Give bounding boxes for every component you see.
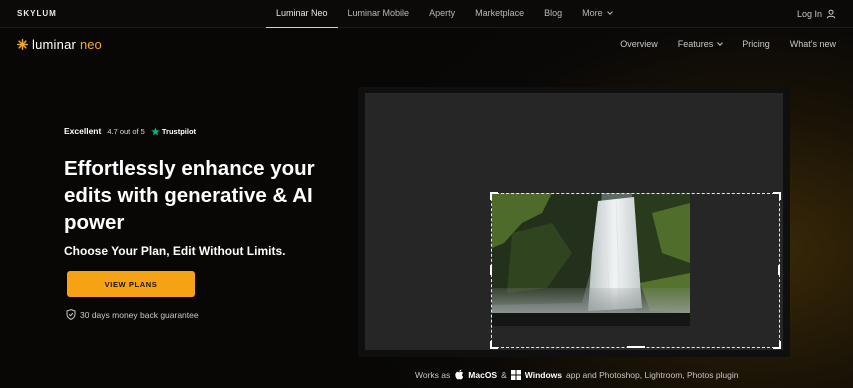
hero-subheadline: Choose Your Plan, Edit Without Limits. xyxy=(64,244,286,258)
crop-handle-left[interactable] xyxy=(490,265,492,275)
top-navigation-bar: SKYLUM Luminar Neo Luminar Mobile Aperty… xyxy=(0,0,853,28)
rating-score: 4.7 out of 5 xyxy=(107,126,145,136)
top-nav: Luminar Neo Luminar Mobile Aperty Market… xyxy=(266,0,622,28)
crop-handle-bottom-right[interactable] xyxy=(773,341,781,349)
hero-headline: Effortlessly enhance your edits with gen… xyxy=(64,157,315,234)
footnote-ampersand: & xyxy=(501,369,507,380)
star-icon xyxy=(151,126,160,136)
rating-label: Excellent xyxy=(64,126,102,136)
login-link[interactable]: Log In xyxy=(797,0,836,28)
platform-compatibility-note: Works as MacOS & Windows app and Photosh… xyxy=(415,369,739,380)
topnav-marketplace[interactable]: Marketplace xyxy=(465,0,534,28)
subnav-features[interactable]: Features xyxy=(658,29,724,59)
subnav-pricing[interactable]: Pricing xyxy=(722,29,770,59)
crop-handle-top-right[interactable] xyxy=(773,192,781,200)
topnav-more[interactable]: More xyxy=(572,0,622,28)
login-label: Log In xyxy=(796,9,822,19)
topnav-luminar-neo[interactable]: Luminar Neo xyxy=(266,0,338,28)
shield-check-icon xyxy=(66,309,76,320)
footnote-suffix: app and Photoshop, Lightroom, Photos plu… xyxy=(566,369,739,380)
macos-label: MacOS xyxy=(468,369,498,380)
apple-icon xyxy=(455,369,464,380)
guarantee-text: 30 days money back guarantee xyxy=(80,309,199,320)
money-back-guarantee: 30 days money back guarantee xyxy=(66,309,199,320)
crop-selection-box[interactable] xyxy=(491,193,780,348)
topnav-luminar-mobile[interactable]: Luminar Mobile xyxy=(338,0,420,28)
trustpilot-rating[interactable]: Excellent 4.7 out of 5 Trustpilot xyxy=(64,126,196,136)
product-navigation-bar: luminar neo Overview Features Pricing Wh… xyxy=(0,29,853,59)
trustpilot-logo: Trustpilot xyxy=(151,127,196,136)
topnav-more-label: More xyxy=(582,8,603,18)
luminar-neo-logo[interactable]: luminar neo xyxy=(17,37,102,52)
footnote-prefix: Works as xyxy=(415,369,451,380)
subnav-overview[interactable]: Overview xyxy=(600,29,658,59)
topnav-aperty[interactable]: Aperty xyxy=(419,0,465,28)
crop-handle-right[interactable] xyxy=(778,265,780,275)
skylum-logo[interactable]: SKYLUM xyxy=(17,9,57,18)
crop-handle-bottom[interactable] xyxy=(627,346,645,348)
subnav-features-label: Features xyxy=(677,39,714,49)
topnav-blog[interactable]: Blog xyxy=(534,0,572,28)
chevron-down-icon xyxy=(606,9,613,15)
windows-label: Windows xyxy=(524,369,563,380)
windows-icon xyxy=(510,369,521,380)
logo-word-neo: neo xyxy=(80,37,102,52)
product-nav: Overview Features Pricing What's new xyxy=(600,29,836,59)
subnav-whats-new[interactable]: What's new xyxy=(770,29,836,59)
trustpilot-label: Trustpilot xyxy=(161,126,197,136)
logo-word-luminar: luminar xyxy=(32,37,77,52)
crop-handle-bottom-left[interactable] xyxy=(490,341,498,349)
crop-handle-top-left[interactable] xyxy=(490,192,498,200)
user-icon xyxy=(826,9,836,19)
view-plans-button[interactable]: VIEW PLANS xyxy=(67,271,195,297)
sun-logo-icon xyxy=(17,39,28,50)
